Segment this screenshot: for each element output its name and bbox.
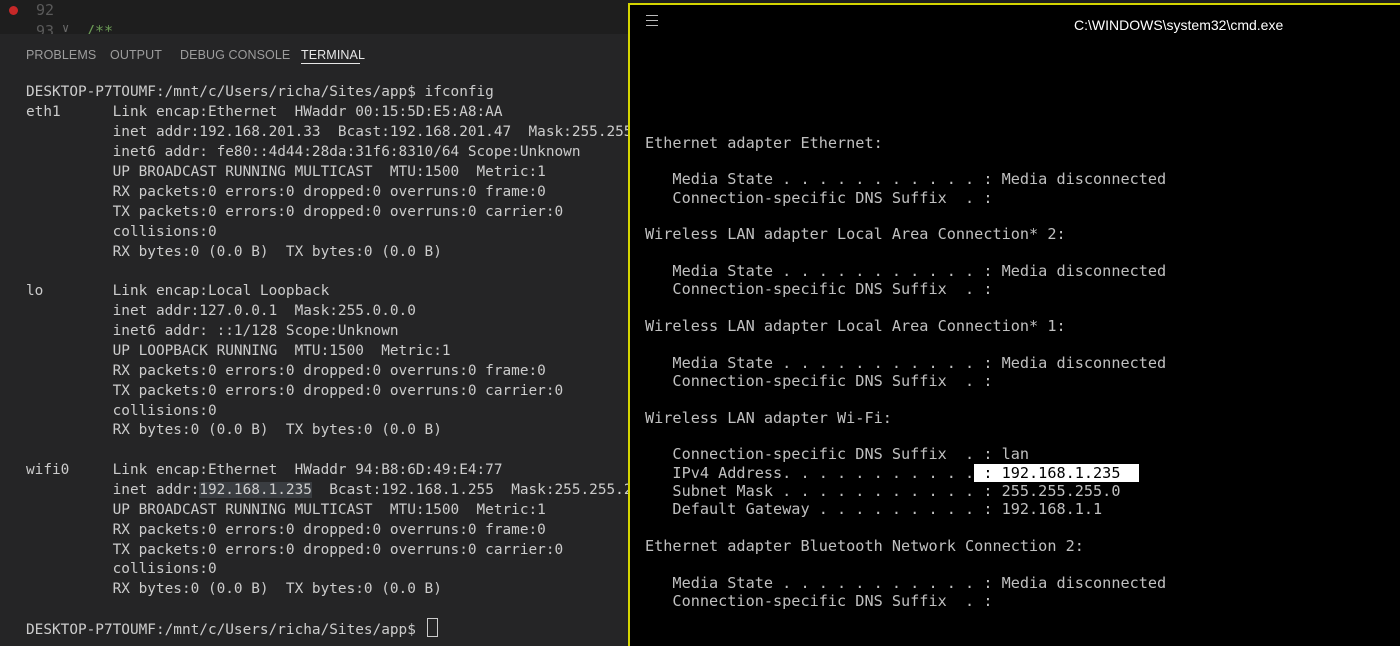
editor-area[interactable]: 92 93 ∨ /** bbox=[0, 0, 630, 34]
terminal-text: inet addr: bbox=[26, 482, 200, 498]
terminal-line: inet6 addr: fe80::4d44:28da:31f6:8310/64… bbox=[26, 144, 581, 160]
terminal-line: RX packets:0 errors:0 dropped:0 overruns… bbox=[26, 184, 546, 200]
terminal-line: collisions:0 bbox=[26, 224, 217, 240]
cmd-line: Subnet Mask . . . . . . . . . . . : 255.… bbox=[645, 482, 1121, 500]
cmd-line: Wireless LAN adapter Local Area Connecti… bbox=[645, 317, 1066, 335]
cmd-line: Default Gateway . . . . . . . . . : 192.… bbox=[645, 500, 1103, 518]
terminal-output[interactable]: DESKTOP-P7TOUMF:/mnt/c/Users/richa/Sites… bbox=[26, 82, 630, 642]
window-title: C:\WINDOWS\system32\cmd.exe bbox=[1074, 17, 1284, 33]
selected-ip-text[interactable]: 192.168.1.235 bbox=[199, 482, 312, 498]
cmd-line-ipv4: IPv4 Address. . . . . . . . . . . : 192.… bbox=[645, 464, 1139, 482]
cmd-line: Ethernet adapter Bluetooth Network Conne… bbox=[645, 537, 1084, 555]
cmd-line: Connection-specific DNS Suffix . : bbox=[645, 280, 993, 298]
cmd-line: Ethernet adapter Ethernet: bbox=[645, 134, 883, 152]
terminal-line: wifi0 Link encap:Ethernet HWaddr 94:B8:6… bbox=[26, 462, 503, 478]
cmd-text: IPv4 Address. . . . . . . . . . . bbox=[645, 464, 975, 482]
line-number: 93 bbox=[36, 22, 55, 34]
tab-debug-console[interactable]: DEBUG CONSOLE bbox=[180, 48, 290, 62]
terminal-line: TX packets:0 errors:0 dropped:0 overruns… bbox=[26, 383, 564, 399]
terminal-line: inet addr:192.168.201.33 Bcast:192.168.2… bbox=[112, 124, 630, 140]
terminal-prompt-line[interactable]: DESKTOP-P7TOUMF:/mnt/c/Users/richa/Sites… bbox=[26, 618, 438, 638]
tab-output[interactable]: OUTPUT bbox=[110, 48, 162, 62]
cmd-line: Connection-specific DNS Suffix . : bbox=[645, 189, 993, 207]
terminal-line: RX packets:0 errors:0 dropped:0 overruns… bbox=[26, 522, 546, 538]
panel-tabs: PROBLEMS OUTPUT DEBUG CONSOLE TERMINAL bbox=[0, 34, 630, 78]
cmd-line: Connection-specific DNS Suffix . : bbox=[645, 592, 993, 610]
active-tab-indicator bbox=[301, 63, 360, 64]
terminal-line: lo Link encap:Local Loopback bbox=[26, 283, 330, 299]
terminal-line: RX bytes:0 (0.0 B) TX bytes:0 (0.0 B) bbox=[26, 244, 442, 260]
cmd-line: Wireless LAN adapter Local Area Connecti… bbox=[645, 225, 1066, 243]
cmd-line: Media State . . . . . . . . . . . : Medi… bbox=[645, 262, 1167, 280]
terminal-line: UP LOOPBACK RUNNING MTU:1500 Metric:1 bbox=[26, 343, 451, 359]
cmd-line: Wireless LAN adapter Wi-Fi: bbox=[645, 409, 892, 427]
terminal-prompt: DESKTOP-P7TOUMF:/mnt/c/Users/richa/Sites… bbox=[26, 622, 425, 638]
line-number: 92 bbox=[36, 1, 55, 19]
cmd-output[interactable]: Ethernet adapter Ethernet: Media State .… bbox=[645, 45, 1395, 645]
cmd-line: Media State . . . . . . . . . . . : Medi… bbox=[645, 574, 1167, 592]
terminal-line: collisions:0 bbox=[26, 561, 217, 577]
terminal-text: Bcast:192.168.1.255 Mask:255.255.255.0 bbox=[329, 482, 630, 498]
terminal-line-wifi-inet: inet addr:192.168.1.235 Bcast:192.168.1.… bbox=[26, 480, 630, 500]
breakpoint-icon[interactable] bbox=[9, 6, 18, 15]
terminal-line: TX packets:0 errors:0 dropped:0 overruns… bbox=[26, 204, 564, 220]
highlighted-ipv4-address[interactable]: : 192.168.1.235 bbox=[974, 464, 1139, 482]
vscode-window: 92 93 ∨ /** PROBLEMS OUTPUT DEBUG CONSOL… bbox=[0, 0, 630, 646]
menu-icon[interactable] bbox=[646, 15, 658, 30]
code-comment: /** bbox=[86, 22, 114, 34]
terminal-line: inet6 addr: ::1/128 Scope:Unknown bbox=[26, 323, 399, 339]
fold-chevron-icon[interactable]: ∨ bbox=[62, 21, 69, 34]
terminal-line: DESKTOP-P7TOUMF:/mnt/c/Users/richa/Sites… bbox=[26, 84, 494, 100]
terminal-line: eth1 Link encap:Ethernet HWaddr 00:15:5D… bbox=[26, 104, 503, 120]
terminal-cursor bbox=[426, 618, 438, 637]
terminal-line: TX packets:0 errors:0 dropped:0 overruns… bbox=[26, 542, 564, 558]
cmd-line: Media State . . . . . . . . . . . : Medi… bbox=[645, 170, 1167, 188]
tab-terminal[interactable]: TERMINAL bbox=[301, 48, 365, 62]
cmd-titlebar[interactable]: C:\WINDOWS\system32\cmd.exe bbox=[630, 5, 1400, 41]
terminal-line: RX bytes:0 (0.0 B) TX bytes:0 (0.0 B) bbox=[26, 422, 442, 438]
terminal-line: RX bytes:0 (0.0 B) TX bytes:0 (0.0 B) bbox=[26, 581, 442, 597]
cmd-line: Connection-specific DNS Suffix . : bbox=[645, 372, 993, 390]
terminal-line: UP BROADCAST RUNNING MULTICAST MTU:1500 … bbox=[26, 164, 546, 180]
tab-problems[interactable]: PROBLEMS bbox=[26, 48, 96, 62]
cmd-line: Connection-specific DNS Suffix . : lan bbox=[645, 445, 1030, 463]
terminal-line: UP BROADCAST RUNNING MULTICAST MTU:1500 … bbox=[26, 502, 546, 518]
terminal-line: inet addr:127.0.0.1 Mask:255.0.0.0 bbox=[26, 303, 416, 319]
cmd-window: C:\WINDOWS\system32\cmd.exe Ethernet ada… bbox=[628, 3, 1400, 646]
terminal-line: RX packets:0 errors:0 dropped:0 overruns… bbox=[26, 363, 546, 379]
cmd-line: Media State . . . . . . . . . . . : Medi… bbox=[645, 354, 1167, 372]
terminal-line: collisions:0 bbox=[26, 403, 217, 419]
